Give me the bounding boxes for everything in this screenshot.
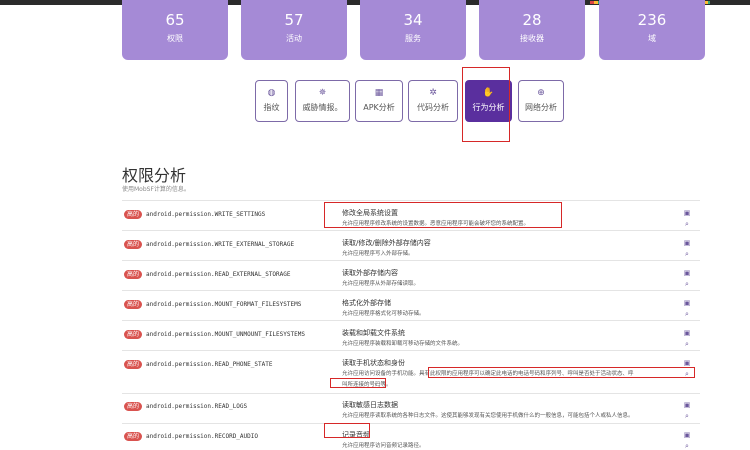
permission-description: 允许应用程序读取系统的各种日志文件。这使其能够发现有关您使用手机做什么的一般信息… xyxy=(342,413,634,419)
archive-icon: ▦ xyxy=(374,88,384,98)
permission-description: 允许应用程序修改系统的设置数据。恶意应用程序可能会破坏您的系统配置。 xyxy=(342,221,530,227)
tab-code-analysis[interactable]: ✲ 代码分析 xyxy=(408,80,458,122)
stat-value: 28 xyxy=(522,11,542,29)
permission-title: 读取外部存储内容 xyxy=(342,269,398,277)
tab-label: 威胁情报。 xyxy=(302,103,343,112)
stat-card-permissions[interactable]: 65 权限 xyxy=(122,0,228,60)
permission-name: android.permission.READ_LOGS xyxy=(146,403,248,410)
stat-value: 236 xyxy=(637,11,667,29)
permission-description-continued: 叫所连接的号码等。 xyxy=(342,382,392,388)
table-row: 高的 android.permission.READ_PHONE_STATE 读… xyxy=(122,350,700,393)
permission-title: 读取手机状态和身份 xyxy=(342,359,405,367)
search-icon[interactable]: ⌕ xyxy=(682,310,692,318)
search-icon[interactable]: ⌕ xyxy=(682,442,692,450)
calendar-icon[interactable]: ▣ xyxy=(682,329,692,337)
stat-value: 34 xyxy=(403,11,423,29)
permission-title: 格式化外部存储 xyxy=(342,299,391,307)
stat-label: 域 xyxy=(648,34,656,43)
table-row: 高的 android.permission.READ_LOGS 读取敏感日志数据… xyxy=(122,393,700,423)
permission-name: android.permission.MOUNT_FORMAT_FILESYST… xyxy=(146,301,302,308)
table-row: 高的 android.permission.MOUNT_UNMOUNT_FILE… xyxy=(122,320,700,350)
tab-label: 行为分析 xyxy=(472,103,505,112)
fingerprint-icon: ◍ xyxy=(267,88,276,98)
severity-badge: 高的 xyxy=(124,432,142,441)
stat-label: 活动 xyxy=(286,34,302,43)
permission-description: 允许应用程序访问音频记录路径。 xyxy=(342,443,425,449)
permission-name: android.permission.RECORD_AUDIO xyxy=(146,433,258,440)
section-title: 权限分析 xyxy=(122,166,187,185)
calendar-icon[interactable]: ▣ xyxy=(682,209,692,217)
tab-label: 网络分析 xyxy=(525,103,557,112)
permission-title: 记录音频 xyxy=(342,431,370,439)
permission-title: 装载和卸载文件系统 xyxy=(342,329,405,337)
permission-name: android.permission.WRITE_EXTERNAL_STORAG… xyxy=(146,241,295,248)
permission-title: 读取/修改/删除外部存储内容 xyxy=(342,239,431,247)
search-icon[interactable]: ⌕ xyxy=(682,280,692,288)
permission-title: 修改全局系统设置 xyxy=(342,209,398,217)
calendar-icon[interactable]: ▣ xyxy=(682,299,692,307)
tab-network-analysis[interactable]: ⊕ 网络分析 xyxy=(518,80,564,122)
stat-card-activities[interactable]: 57 活动 xyxy=(241,0,347,60)
stat-label: 接收器 xyxy=(520,34,544,43)
stat-card-receivers[interactable]: 28 接收器 xyxy=(479,0,585,60)
table-row: 高的 android.permission.READ_EXTERNAL_STOR… xyxy=(122,260,700,290)
bug-icon: ✲ xyxy=(429,88,437,98)
table-row: 高的 android.permission.MOUNT_FORMAT_FILES… xyxy=(122,290,700,320)
tab-label: 指纹 xyxy=(263,103,280,112)
severity-badge: 高的 xyxy=(124,240,142,249)
stat-value: 57 xyxy=(284,11,304,29)
tab-behavior-analysis[interactable]: ✋ 行为分析 xyxy=(465,80,512,122)
search-icon[interactable]: ⌕ xyxy=(682,412,692,420)
permission-name: android.permission.WRITE_SETTINGS xyxy=(146,211,266,218)
table-row: 高的 android.permission.WRITE_EXTERNAL_STO… xyxy=(122,230,700,260)
search-icon[interactable]: ⌕ xyxy=(682,220,692,228)
stat-label: 服务 xyxy=(405,34,421,43)
calendar-icon[interactable]: ▣ xyxy=(682,239,692,247)
hand-icon: ✋ xyxy=(482,88,495,98)
globe-icon: ⊕ xyxy=(537,88,545,98)
severity-badge: 高的 xyxy=(124,270,142,279)
severity-badge: 高的 xyxy=(124,210,142,219)
severity-badge: 高的 xyxy=(124,402,142,411)
calendar-icon[interactable]: ▣ xyxy=(682,401,692,409)
tab-label: APK分析 xyxy=(363,103,395,112)
permission-name: android.permission.READ_EXTERNAL_STORAGE xyxy=(146,271,291,278)
severity-badge: 高的 xyxy=(124,300,142,309)
calendar-icon[interactable]: ▣ xyxy=(682,269,692,277)
stat-label: 权限 xyxy=(167,34,183,43)
permission-title: 读取敏感日志数据 xyxy=(342,401,398,409)
table-row: 高的 android.permission.RECORD_AUDIO 记录音频 … xyxy=(122,423,700,450)
permission-description: 允许应用程序格式化可移动存储。 xyxy=(342,311,425,317)
stat-cards: 65 权限 57 活动 34 服务 28 接收器 236 域 xyxy=(122,0,705,60)
virus-icon: ✵ xyxy=(318,88,327,98)
permission-name: android.permission.READ_PHONE_STATE xyxy=(146,361,273,368)
search-icon[interactable]: ⌕ xyxy=(682,370,692,378)
stat-card-services[interactable]: 34 服务 xyxy=(360,0,466,60)
tab-label: 代码分析 xyxy=(417,103,449,112)
calendar-icon[interactable]: ▣ xyxy=(682,431,692,439)
permission-description: 允许应用程序写入外部存储。 xyxy=(342,251,414,257)
severity-badge: 高的 xyxy=(124,330,142,339)
permission-description: 允许应用访问设备的手机功能。具有此权限的应用程序可以确定此电话的电话号码和序列号… xyxy=(342,371,634,377)
stat-value: 65 xyxy=(165,11,185,29)
permission-name: android.permission.MOUNT_UNMOUNT_FILESYS… xyxy=(146,331,305,338)
calendar-icon[interactable]: ▣ xyxy=(682,359,692,367)
tab-fingerprint[interactable]: ◍ 指纹 xyxy=(255,80,288,122)
search-icon[interactable]: ⌕ xyxy=(682,250,692,258)
stat-card-domains[interactable]: 236 域 xyxy=(599,0,705,60)
table-row: 高的 android.permission.WRITE_SETTINGS 修改全… xyxy=(122,200,700,230)
tab-threat-intel[interactable]: ✵ 威胁情报。 xyxy=(295,80,350,122)
permission-description: 允许应用程序从外部存储读取。 xyxy=(342,281,420,287)
search-icon[interactable]: ⌕ xyxy=(682,340,692,348)
tab-apk-analysis[interactable]: ▦ APK分析 xyxy=(355,80,403,122)
section-subtitle: 使用MobSF计算的信息。 xyxy=(122,186,190,193)
permission-description: 允许应用程序装载和卸载可移动存储的文件系统。 xyxy=(342,341,464,347)
severity-badge: 高的 xyxy=(124,360,142,369)
